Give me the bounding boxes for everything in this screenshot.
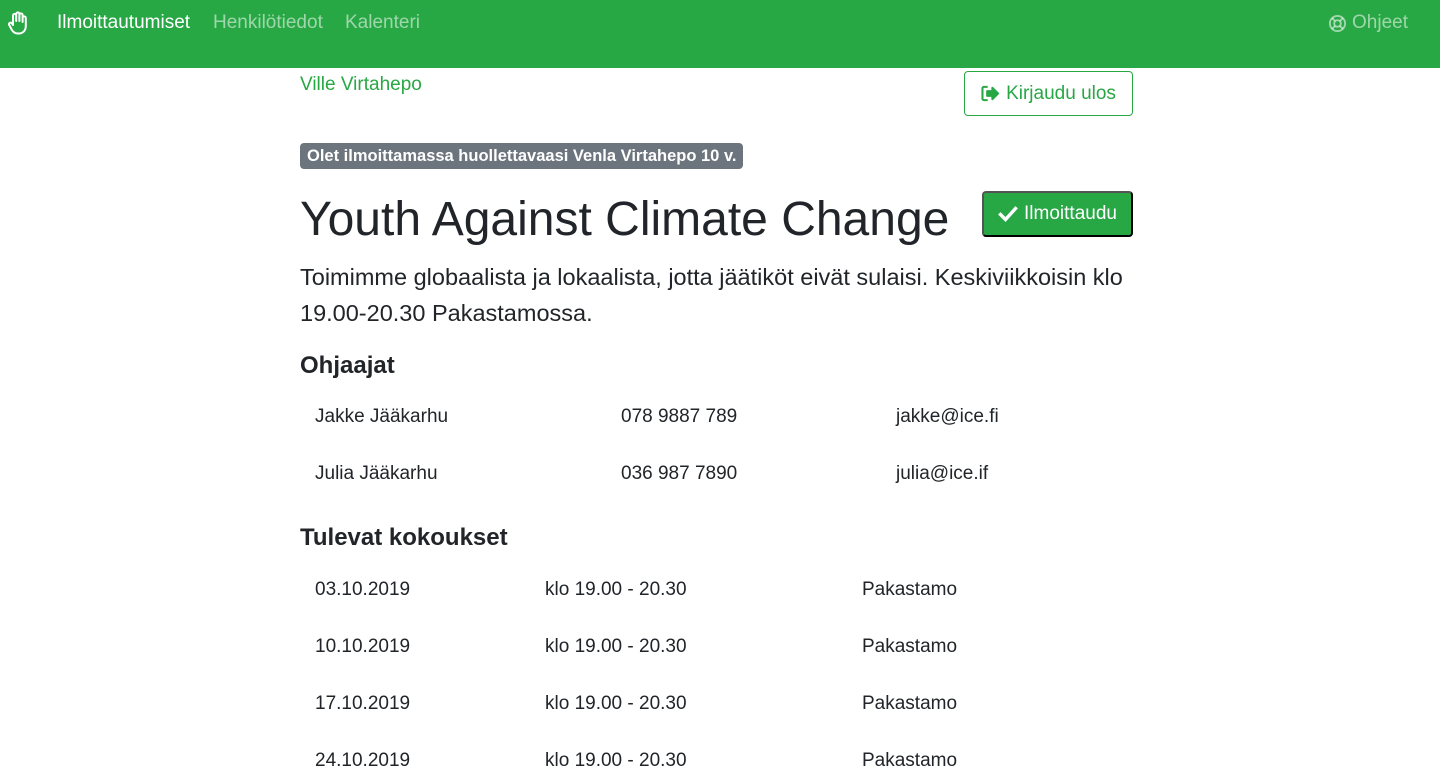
instructor-row: Jakke Jääkarhu 078 9887 789 jakke@ice.fi — [300, 406, 1133, 463]
meeting-place: Pakastamo — [862, 636, 958, 657]
instructor-phone: 036 987 7890 — [621, 463, 738, 484]
help-label: Ohjeet — [1352, 12, 1408, 33]
instructor-email: julia@ice.if — [896, 463, 989, 484]
meetings-heading: Tulevat kokoukset — [300, 524, 508, 551]
user-name-link[interactable]: Ville Virtahepo — [300, 74, 422, 96]
meeting-date: 03.10.2019 — [315, 579, 411, 600]
page-title: Youth Against Climate Change — [300, 193, 950, 246]
life-ring-icon — [1328, 14, 1347, 33]
meeting-place: Pakastamo — [862, 693, 958, 714]
meeting-row: 17.10.2019 klo 19.00 - 20.30 Pakastamo — [300, 693, 1133, 750]
meeting-row: 03.10.2019 klo 19.00 - 20.30 Pakastamo — [300, 579, 1133, 636]
nav-henkilotiedot[interactable]: Henkilötiedot — [213, 12, 323, 34]
group-description: Toimimme globaalista ja lokaalista, jott… — [300, 264, 1123, 326]
check-icon — [998, 206, 1018, 222]
guardian-notice-badge: Olet ilmoittamassa huollettavaasi Venla … — [300, 143, 744, 169]
meeting-row: 24.10.2019 klo 19.00 - 20.30 Pakastamo — [300, 750, 1133, 769]
meeting-date: 17.10.2019 — [315, 693, 411, 714]
enroll-label: Ilmoittaudu — [1024, 203, 1117, 224]
meeting-time: klo 19.00 - 20.30 — [545, 693, 687, 714]
hand-icon[interactable] — [6, 10, 30, 36]
meeting-time: klo 19.00 - 20.30 — [545, 579, 687, 600]
meeting-place: Pakastamo — [862, 750, 958, 769]
help-link[interactable]: Ohjeet — [1328, 12, 1408, 34]
logout-label: Kirjaudu ulos — [1006, 82, 1116, 104]
top-navbar: Ilmoittautumiset Henkilötiedot Kalenteri… — [0, 0, 1440, 68]
instructor-phone: 078 9887 789 — [621, 406, 738, 427]
instructor-row: Julia Jääkarhu 036 987 7890 julia@ice.if — [300, 463, 1133, 520]
instructor-name: Jakke Jääkarhu — [315, 406, 449, 427]
meeting-time: klo 19.00 - 20.30 — [545, 636, 687, 657]
logout-button[interactable]: Kirjaudu ulos — [964, 71, 1133, 116]
meeting-row: 10.10.2019 klo 19.00 - 20.30 Pakastamo — [300, 636, 1133, 693]
enroll-button[interactable]: Ilmoittaudu — [982, 191, 1133, 237]
sign-out-icon — [981, 85, 1000, 102]
meeting-date: 10.10.2019 — [315, 636, 411, 657]
nav-kalenteri[interactable]: Kalenteri — [345, 12, 420, 34]
meeting-place: Pakastamo — [862, 579, 958, 600]
meeting-time: klo 19.00 - 20.30 — [545, 750, 687, 769]
instructors-heading: Ohjaajat — [300, 352, 395, 379]
nav-ilmoittautumiset[interactable]: Ilmoittautumiset — [57, 12, 190, 34]
meeting-date: 24.10.2019 — [315, 750, 411, 769]
instructor-name: Julia Jääkarhu — [315, 463, 438, 484]
instructor-email: jakke@ice.fi — [896, 406, 999, 427]
